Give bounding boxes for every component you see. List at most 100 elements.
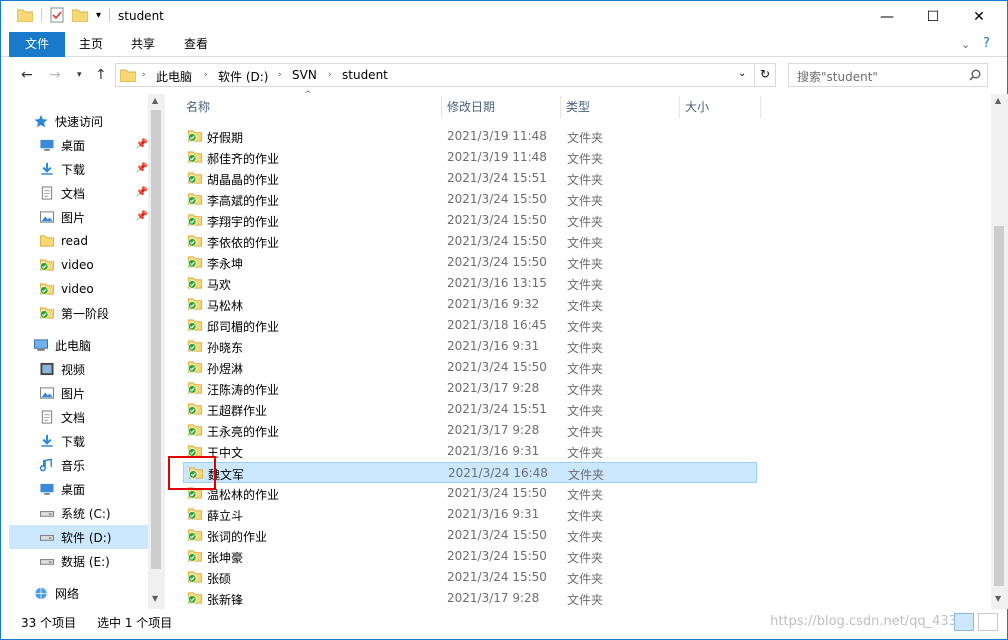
file-row[interactable]: 薛立斗 2021/3/16 9:31 文件夹 [183,504,757,525]
tab-file[interactable]: 文件 [9,32,65,57]
address-dropdown-icon[interactable]: ⌄ [738,68,746,79]
new-folder-icon[interactable] [72,8,88,22]
column-header-date[interactable]: 修改日期 [442,94,560,120]
file-row[interactable]: 王永亮的作业 2021/3/17 9:28 文件夹 [183,420,757,441]
file-row[interactable]: 李翔宇的作业 2021/3/24 15:50 文件夹 [183,210,757,231]
column-header-size[interactable]: 大小 [680,94,760,120]
nav-item[interactable]: 软件 (D:) [9,525,148,549]
file-row[interactable]: 王中文 2021/3/16 9:31 文件夹 [183,441,757,462]
search-icon[interactable] [969,69,981,81]
back-arrow-icon[interactable]: ← [21,67,33,83]
nav-item[interactable]: read [9,229,148,253]
file-row[interactable]: 张坤豪 2021/3/24 15:50 文件夹 [183,546,757,567]
file-row[interactable]: 李高斌的作业 2021/3/24 15:50 文件夹 [183,189,757,210]
nav-item[interactable]: 桌面 📌 [9,133,148,157]
document-icon [41,410,53,424]
properties-icon[interactable] [50,7,64,23]
file-row[interactable]: 张硕 2021/3/24 15:50 文件夹 [183,567,757,588]
nav-scrollbar[interactable]: ▲ ▼ [148,94,165,609]
ribbon-expand-icon[interactable]: ⌄ [961,38,970,51]
file-type: 文件夹 [567,383,604,397]
nav-item[interactable]: 数据 (E:) [9,549,148,573]
file-row[interactable]: 张词的作业 2021/3/24 15:50 文件夹 [183,525,757,546]
explorer-window: ▾ student — ☐ ✕ 文件 主页 共享 查看 ⌄ ? ← → ▾ ↑ … [0,0,1008,640]
file-type: 文件夹 [567,593,604,607]
up-arrow-icon[interactable]: ↑ [95,67,107,83]
nav-item[interactable]: 此电脑 [9,333,148,357]
file-row[interactable]: 温松林的作业 2021/3/24 15:50 文件夹 [183,483,757,504]
folder-icon[interactable] [17,8,33,22]
file-row[interactable]: 李依依的作业 2021/3/24 15:50 文件夹 [183,231,757,252]
file-date: 2021/3/24 15:50 [447,234,547,248]
crumb-svn[interactable]: SVN [292,68,317,82]
file-row[interactable]: 魏文军 2021/3/24 16:48 文件夹 [183,462,757,483]
pin-icon[interactable]: 📌 [136,163,148,174]
file-type: 文件夹 [567,236,604,250]
nav-item[interactable]: 文档 📌 [9,181,148,205]
search-input[interactable]: 搜索"student" [788,63,988,87]
scroll-down-icon[interactable]: ▼ [152,594,158,603]
file-row[interactable]: 王超群作业 2021/3/24 15:51 文件夹 [183,399,757,420]
crumb-student[interactable]: student [342,68,388,82]
nav-item[interactable]: 下载 📌 [9,157,148,181]
file-row[interactable]: 好假期 2021/3/19 11:48 文件夹 [183,126,757,147]
customize-chevron-icon[interactable]: ▾ [96,10,101,21]
nav-item[interactable]: 桌面 [9,477,148,501]
nav-item[interactable]: 音乐 [9,453,148,477]
column-header-type[interactable]: 类型 [561,94,679,120]
svn-folder-icon [39,283,54,295]
file-type: 文件夹 [567,257,604,271]
crumb-drive-d[interactable]: 软件 (D:) [218,68,268,85]
scroll-down-icon[interactable]: ▼ [995,594,1001,603]
list-scroll-thumb[interactable] [994,226,1004,586]
navigation-pane: 快速访问 桌面 📌 下载 📌 文档 📌 图片 📌 read video video 第一阶段 此电脑 视频图… [9,94,165,609]
scroll-up-icon[interactable]: ▲ [995,96,1001,105]
file-row[interactable]: 马松林 2021/3/16 9:32 文件夹 [183,294,757,315]
pin-icon[interactable]: 📌 [136,211,148,222]
large-icons-view-button[interactable] [978,613,998,631]
nav-item[interactable]: 视频 [9,357,148,381]
file-date: 2021/3/17 9:28 [447,591,540,605]
nav-scroll-thumb[interactable] [151,110,161,569]
pin-icon[interactable]: 📌 [136,139,148,150]
minimize-button[interactable]: — [864,1,910,32]
nav-item[interactable]: video [9,253,148,277]
maximize-button[interactable]: ☐ [910,1,956,32]
tab-view[interactable]: 查看 [176,32,216,57]
file-type: 文件夹 [567,320,604,334]
nav-item[interactable]: 系统 (C:) [9,501,148,525]
pin-icon[interactable]: 📌 [136,187,148,198]
nav-item[interactable]: 快速访问 [9,109,148,133]
nav-item[interactable]: 文档 [9,405,148,429]
nav-item[interactable]: 下载 [9,429,148,453]
forward-arrow-icon[interactable]: → [49,67,61,83]
crumb-this-pc[interactable]: 此电脑 [156,68,192,85]
column-header-name[interactable]: 名称 [181,94,441,120]
nav-item[interactable]: 图片 [9,381,148,405]
file-row[interactable]: 张新锋 2021/3/17 9:28 文件夹 [183,588,757,609]
nav-item[interactable]: 图片 📌 [9,205,148,229]
file-row[interactable]: 邱司楣的作业 2021/3/18 16:45 文件夹 [183,315,757,336]
nav-item-label: 软件 (D:) [61,530,112,545]
details-view-button[interactable] [954,613,974,631]
list-scrollbar[interactable]: ▲ ▼ [991,94,1008,609]
file-row[interactable]: 马欢 2021/3/16 13:15 文件夹 [183,273,757,294]
file-row[interactable]: 汪陈涛的作业 2021/3/17 9:28 文件夹 [183,378,757,399]
tab-home[interactable]: 主页 [71,32,111,57]
nav-item[interactable]: video [9,277,148,301]
nav-item-label: 第一阶段 [61,306,110,321]
file-row[interactable]: 孙晓东 2021/3/16 9:31 文件夹 [183,336,757,357]
recent-chevron-icon[interactable]: ▾ [77,70,82,80]
refresh-icon[interactable]: ↻ [760,67,770,81]
help-icon[interactable]: ? [983,36,990,51]
file-row[interactable]: 郝佳齐的作业 2021/3/19 11:48 文件夹 [183,147,757,168]
nav-item[interactable]: 第一阶段 [9,301,148,325]
scroll-up-icon[interactable]: ▲ [152,96,158,105]
tab-share[interactable]: 共享 [123,32,163,57]
close-button[interactable]: ✕ [956,1,1002,32]
file-row[interactable]: 孙煜淋 2021/3/24 15:50 文件夹 [183,357,757,378]
file-row[interactable]: 李永坤 2021/3/24 15:50 文件夹 [183,252,757,273]
address-bar[interactable]: › 此电脑 › 软件 (D:) › SVN › student ⌄ ↻ [115,63,776,87]
file-row[interactable]: 胡晶晶的作业 2021/3/24 15:51 文件夹 [183,168,757,189]
nav-item[interactable]: 网络 [9,581,148,605]
